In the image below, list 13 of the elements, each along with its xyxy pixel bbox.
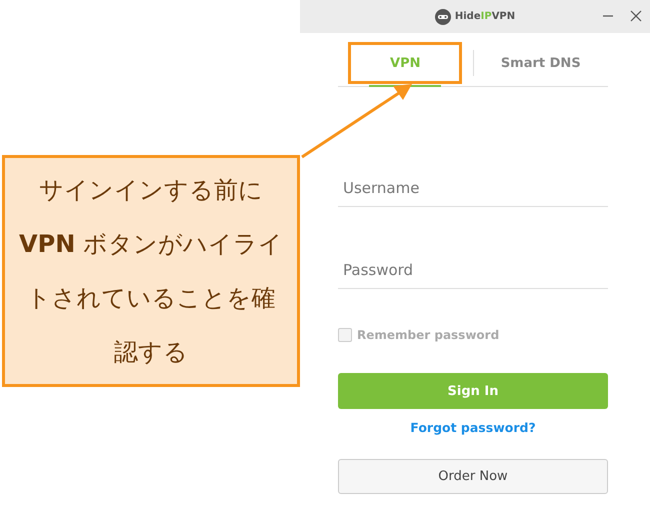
tab[interactable]: VPN — [348, 42, 462, 84]
order-now-button[interactable]: Order Now — [338, 459, 608, 494]
callout-line: サインインする前に — [38, 175, 263, 206]
mask-icon — [434, 8, 451, 24]
callout-line: トされていることを確 — [26, 283, 276, 314]
callout-line: VPN ボタンがハイライ — [19, 229, 283, 260]
checkbox-label[interactable]: Remember password — [357, 328, 500, 342]
checkbox[interactable] — [338, 328, 352, 342]
callout-line: 認する — [114, 337, 188, 368]
close-icon[interactable] — [630, 10, 642, 22]
sign-in-button[interactable]: Sign In — [338, 373, 608, 409]
forgot-password-link[interactable]: Forgot password? — [410, 420, 536, 435]
app-logo: HideIPVPN — [454, 11, 516, 22]
